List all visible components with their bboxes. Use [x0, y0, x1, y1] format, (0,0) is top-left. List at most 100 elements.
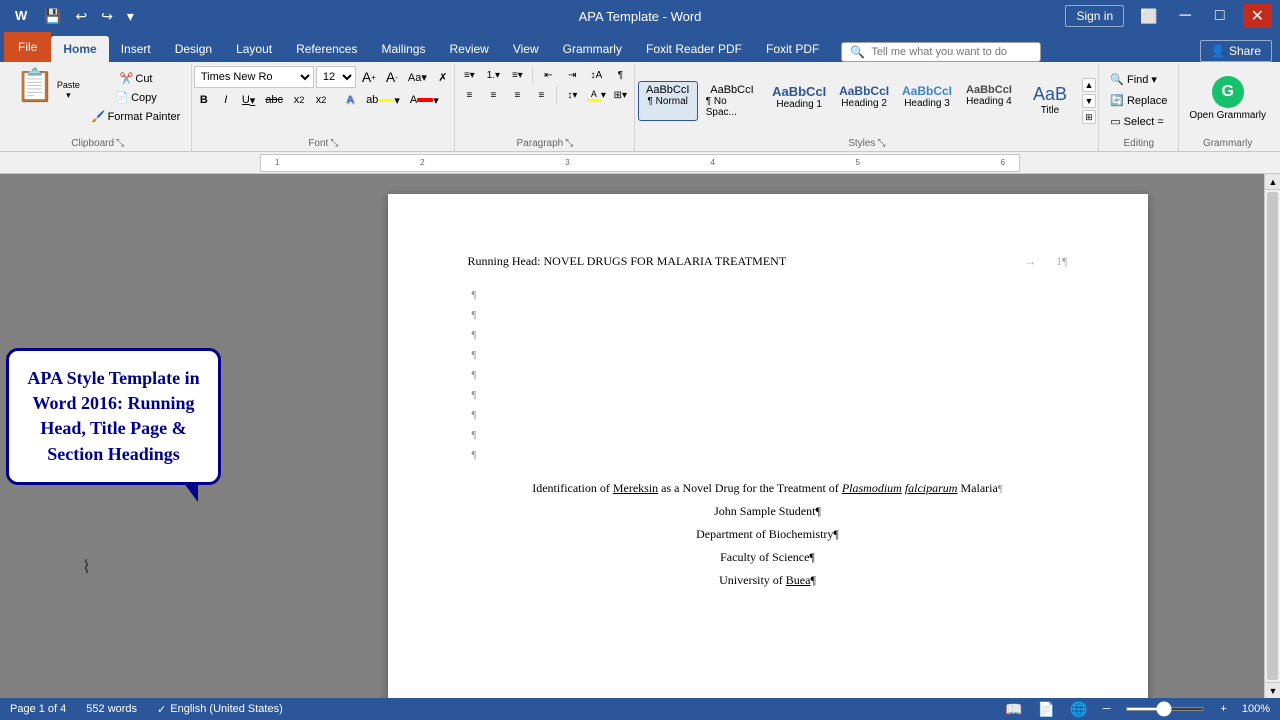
text-effects-button[interactable]: A — [340, 90, 360, 110]
change-case-button[interactable]: Aa▾ — [404, 67, 431, 87]
italic-button[interactable]: I — [216, 90, 236, 110]
style-heading4[interactable]: AaBbCcI Heading 4 — [959, 81, 1019, 121]
style-title[interactable]: AaB Title — [1020, 81, 1080, 121]
share-button[interactable]: 👤 Share — [1200, 40, 1272, 62]
grow-font-button[interactable]: A+ — [358, 67, 380, 87]
scroll-up-button[interactable]: ▲ — [1265, 174, 1280, 190]
editing-group: 🔍 Find▾ 🔄 Replace ▭ Select = Editing — [1099, 64, 1179, 151]
font-size-select[interactable]: 12 — [316, 66, 356, 88]
tab-review[interactable]: Review — [437, 36, 500, 62]
sign-in-button[interactable]: Sign in — [1065, 5, 1124, 27]
styles-group: AaBbCcI ¶ Normal AaBbCcI ¶ No Spac... Aa… — [635, 64, 1099, 151]
show-hide-button[interactable]: ¶ — [609, 66, 631, 84]
empty-line-4: ¶ — [468, 349, 1068, 361]
tab-grammarly[interactable]: Grammarly — [551, 36, 634, 62]
language-indicator[interactable]: ✓ English (United States) — [157, 703, 283, 716]
styles-scroll-down[interactable]: ▼ — [1082, 94, 1096, 108]
maximize-button[interactable]: □ — [1209, 5, 1231, 27]
replace-button[interactable]: 🔄 Replace — [1105, 91, 1172, 110]
customize-qat-button[interactable]: ▾ — [123, 6, 138, 27]
justify-button[interactable]: ≡ — [530, 86, 552, 104]
bold-button[interactable]: B — [194, 90, 214, 110]
select-button[interactable]: ▭ Select = — [1105, 112, 1168, 131]
open-grammarly-button[interactable]: G Open Grammarly — [1185, 72, 1270, 125]
document-area[interactable]: Running Head: NOVEL DRUGS FOR MALARIA TR… — [255, 174, 1280, 698]
highlight-color-button[interactable]: ab▾ — [362, 90, 404, 110]
close-button[interactable]: ✕ — [1243, 4, 1272, 28]
zoom-slider[interactable] — [1125, 707, 1205, 711]
tab-references[interactable]: References — [284, 36, 369, 62]
tab-foxit-reader[interactable]: Foxit Reader PDF — [634, 36, 754, 62]
sort-button[interactable]: ↕A — [585, 66, 607, 84]
print-layout-button[interactable]: 📄 — [1038, 701, 1055, 718]
tab-insert[interactable]: Insert — [109, 36, 163, 62]
font-family-select[interactable]: Times New Ro — [194, 66, 314, 88]
format-painter-button[interactable]: 🖌️ Format Painter — [87, 108, 185, 125]
strikethrough-button[interactable]: abc — [261, 90, 287, 110]
ribbon-display-options-button[interactable]: ⬜ — [1136, 6, 1161, 27]
font-color-button[interactable]: A▾ — [406, 90, 443, 110]
shading-button[interactable]: A ▾ — [585, 86, 607, 104]
species-name: Plasmodium falciparum — [842, 481, 958, 495]
clear-formatting-button[interactable]: ✗ — [433, 67, 453, 87]
underline-button[interactable]: U▾ — [238, 90, 259, 110]
style-heading2[interactable]: AaBbCcI Heading 2 — [833, 81, 895, 121]
increase-indent-button[interactable]: ⇥ — [561, 66, 583, 84]
ribbon-search-input[interactable] — [871, 46, 1031, 58]
undo-button[interactable]: ↩ — [71, 6, 91, 27]
align-left-button[interactable]: ≡ — [458, 86, 480, 104]
empty-line-9: ¶ — [468, 449, 1068, 461]
cut-button[interactable]: ✂️ Cut — [87, 70, 185, 87]
multilevel-list-button[interactable]: ≡▾ — [506, 66, 528, 84]
scroll-down-button[interactable]: ▼ — [1265, 682, 1280, 698]
style-heading3[interactable]: AaBbCcI Heading 3 — [896, 81, 958, 121]
styles-scroll-up[interactable]: ▲ — [1082, 78, 1096, 92]
word-icon[interactable]: W — [8, 4, 34, 29]
numbering-button[interactable]: 1.▾ — [482, 66, 504, 84]
line-spacing-button[interactable]: ↕▾ — [561, 86, 583, 104]
save-button[interactable]: 💾 — [40, 6, 65, 27]
empty-line-8: ¶ — [468, 429, 1068, 441]
find-button[interactable]: 🔍 Find▾ — [1105, 70, 1162, 89]
tab-design[interactable]: Design — [163, 36, 224, 62]
styles-more-button[interactable]: ⊞ — [1082, 110, 1096, 124]
minimize-button[interactable]: ─ — [1174, 5, 1197, 27]
open-grammarly-label: Open Grammarly — [1189, 110, 1266, 121]
replace-icon: 🔄 — [1110, 94, 1124, 107]
paragraph-label: Paragraph ⤡ — [517, 136, 574, 151]
redo-button[interactable]: ↪ — [97, 6, 117, 27]
tab-mailings[interactable]: Mailings — [369, 36, 437, 62]
status-bar-right: 📖 📄 🌐 ─ + 100% — [1005, 701, 1270, 718]
title-bar-left: W 💾 ↩ ↪ ▾ — [8, 4, 138, 29]
styles-expand-icon[interactable]: ⤡ — [877, 138, 885, 149]
tab-view[interactable]: View — [501, 36, 551, 62]
subscript-button[interactable]: x2 — [289, 90, 309, 110]
doc-title-line: Identification of Mereksin as a Novel Dr… — [468, 481, 1068, 496]
superscript-button[interactable]: x2 — [311, 90, 331, 110]
borders-button[interactable]: ⊞▾ — [609, 86, 631, 104]
share-icon: 👤 — [1211, 44, 1226, 58]
read-mode-button[interactable]: 📖 — [1005, 701, 1022, 718]
clipboard-expand-icon[interactable]: ⤡ — [116, 138, 124, 149]
shrink-font-button[interactable]: A- — [382, 67, 402, 87]
copy-button[interactable]: 📄 Copy — [87, 89, 185, 106]
buea-underline: Buea — [786, 573, 811, 587]
empty-line-5: ¶ — [468, 369, 1068, 381]
web-layout-button[interactable]: 🌐 — [1070, 701, 1087, 718]
ribbon: 📋 Paste ▾ ✂️ Cut 📄 Copy 🖌️ Format Painte — [0, 62, 1280, 152]
style-heading1[interactable]: AaBbCcI Heading 1 — [766, 81, 832, 121]
tab-home[interactable]: Home — [51, 36, 108, 62]
align-center-button[interactable]: ≡ — [482, 86, 504, 104]
paste-button[interactable]: 📋 Paste ▾ — [10, 66, 85, 104]
paragraph-expand-icon[interactable]: ⤡ — [565, 138, 573, 149]
tab-file[interactable]: File — [4, 32, 51, 62]
style-no-spacing[interactable]: AaBbCcI ¶ No Spac... — [699, 81, 766, 121]
font-expand-icon[interactable]: ⤡ — [330, 138, 338, 149]
tab-layout[interactable]: Layout — [224, 36, 284, 62]
align-right-button[interactable]: ≡ — [506, 86, 528, 104]
decrease-indent-button[interactable]: ⇤ — [537, 66, 559, 84]
tab-foxit-pdf[interactable]: Foxit PDF — [754, 36, 831, 62]
bullets-button[interactable]: ≡▾ — [458, 66, 480, 84]
style-normal[interactable]: AaBbCcI ¶ Normal — [638, 81, 698, 121]
vertical-scrollbar[interactable]: ▲ ▼ — [1264, 174, 1280, 698]
